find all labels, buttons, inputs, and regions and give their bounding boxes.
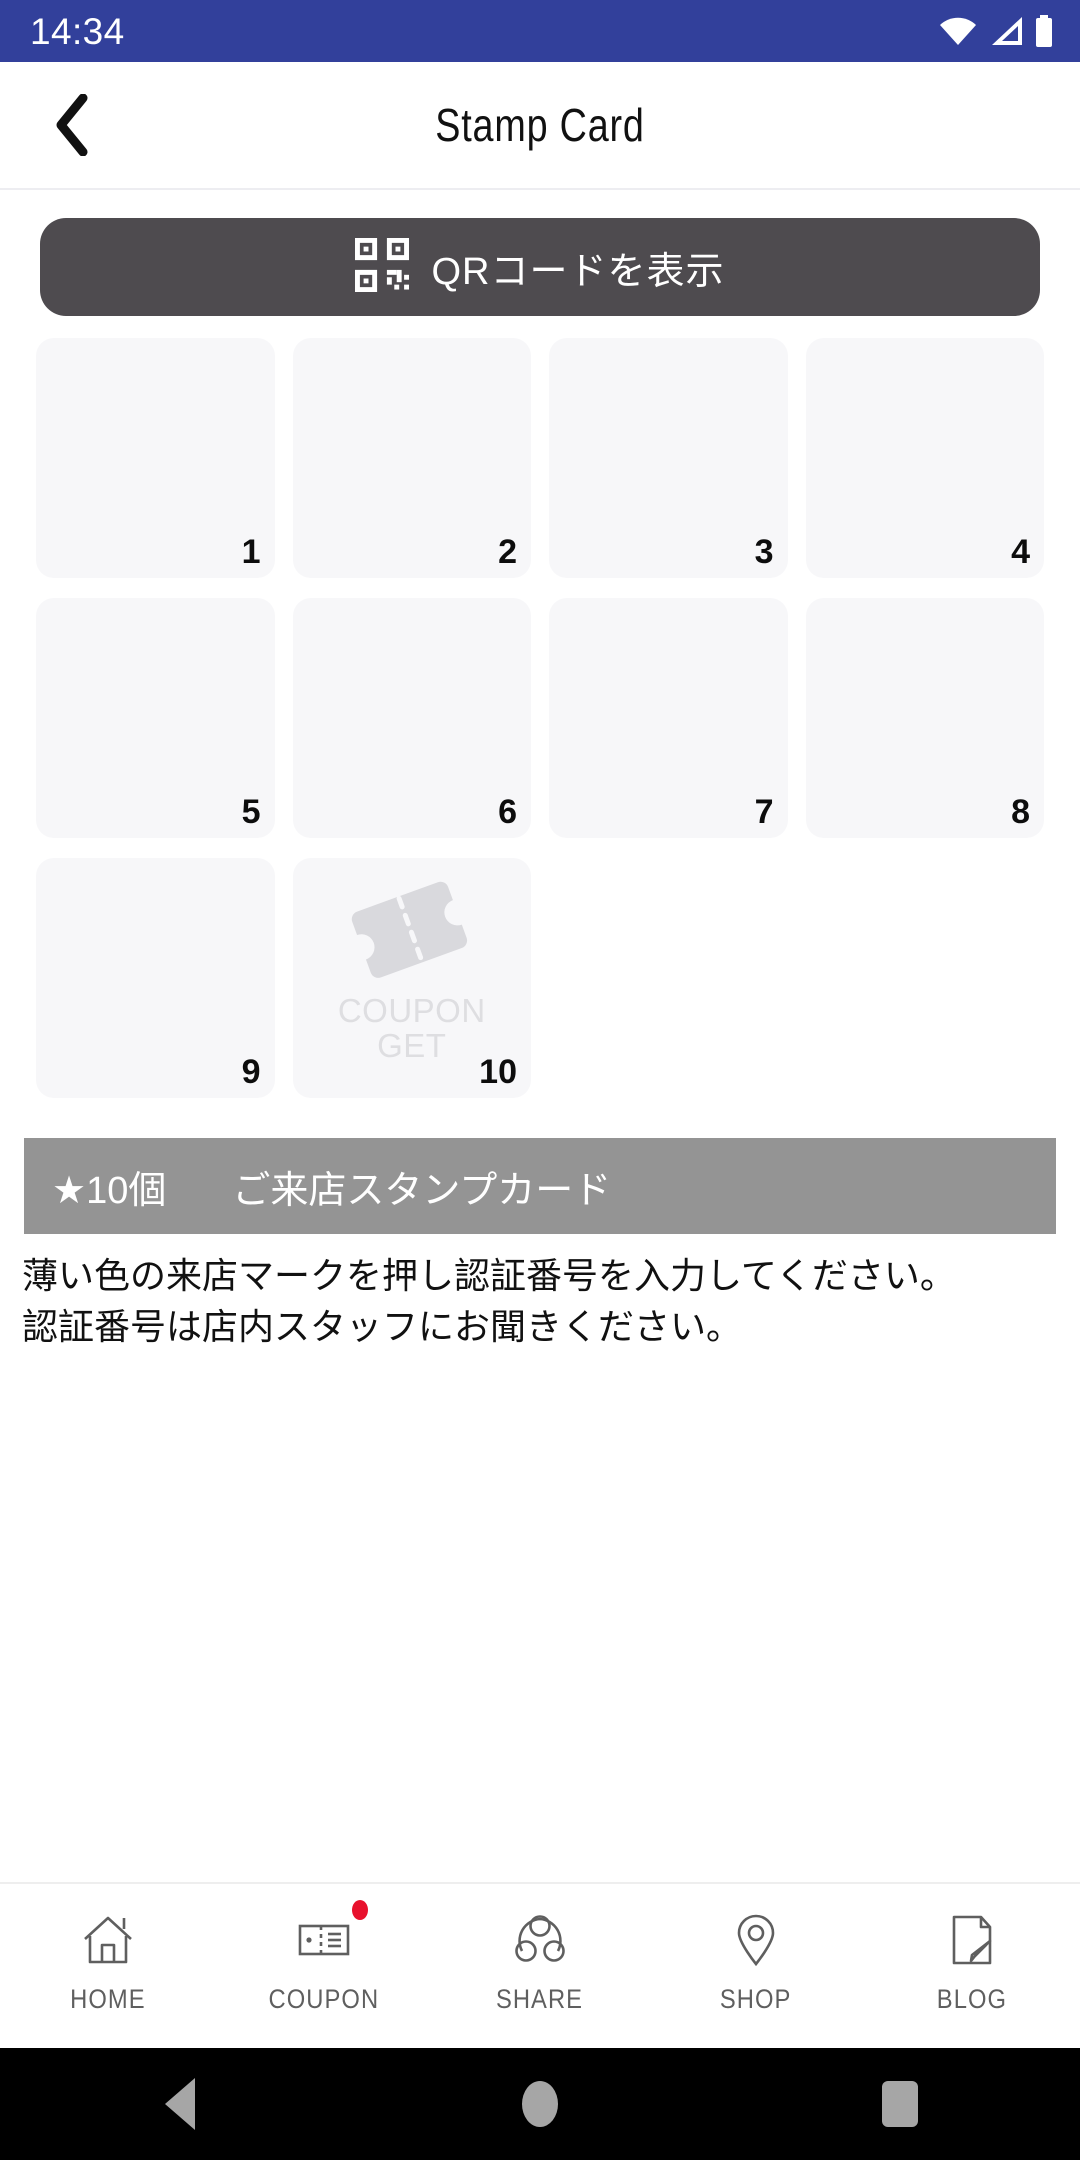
main-content: QRコードを表示 1 2 3 4 5 6 7 8 9 COUPON GET 10… — [0, 190, 1080, 1882]
stamp-cell-7[interactable]: 7 — [549, 598, 788, 838]
stamp-cell-8[interactable]: 8 — [805, 598, 1044, 838]
nav-label-home: HOME — [70, 1984, 146, 2014]
chevron-left-icon — [52, 94, 92, 156]
coupon-notification-badge — [352, 1900, 369, 1920]
instructions-line-2: 認証番号は店内スタッフにお聞きください。 — [22, 1306, 743, 1348]
stamp-cell-4[interactable]: 4 — [805, 338, 1044, 578]
map-pin-icon — [725, 1902, 787, 1978]
stamp-cell-5[interactable]: 5 — [36, 598, 275, 838]
stamp-number: 1 — [241, 533, 261, 571]
stamp-number: 8 — [1011, 793, 1030, 831]
stamp-cell-3[interactable]: 3 — [549, 338, 788, 578]
cellular-signal-icon — [988, 16, 1024, 46]
android-home-button[interactable] — [360, 2081, 720, 2127]
qr-code-icon — [355, 237, 410, 297]
coupon-reward-text: COUPON GET — [337, 992, 486, 1064]
back-triangle-icon — [165, 2078, 195, 2130]
stamp-number: 4 — [1011, 533, 1030, 571]
stamp-number: 10 — [479, 1053, 517, 1091]
nav-label-coupon: COUPON — [268, 1984, 380, 2014]
coupon-ticket-icon — [337, 872, 487, 990]
stamp-cell-10-reward[interactable]: COUPON GET 10 — [292, 858, 532, 1098]
show-qr-code-label: QRコードを表示 — [431, 250, 725, 293]
banner-count-label: ★10個 — [52, 1169, 167, 1212]
android-system-navigation — [0, 2048, 1080, 2160]
nav-item-share[interactable]: SHARE — [432, 1902, 648, 2015]
wifi-icon — [938, 16, 978, 46]
battery-icon — [1034, 15, 1054, 47]
stamp-number: 6 — [498, 793, 517, 831]
coupon-reward-art: COUPON GET — [293, 872, 532, 1063]
nav-item-shop[interactable]: SHOP — [648, 1902, 864, 2015]
home-icon — [77, 1902, 139, 1978]
status-bar-icons — [938, 15, 1054, 47]
stamp-number: 7 — [754, 793, 774, 831]
nav-label-shop: SHOP — [720, 1984, 792, 2014]
stamp-cell-1[interactable]: 1 — [36, 338, 275, 578]
android-back-button[interactable] — [0, 2078, 360, 2130]
stamp-number: 5 — [241, 793, 261, 831]
nav-item-home[interactable]: HOME — [0, 1902, 216, 2015]
nav-label-blog: BLOG — [936, 1984, 1008, 2014]
page-title: Stamp Card — [435, 99, 645, 151]
bottom-navigation-bar: HOME COUPON SHARE SHOP BLOG — [0, 1882, 1080, 2048]
stamp-cell-2[interactable]: 2 — [292, 338, 531, 578]
stamp-number: 3 — [754, 533, 774, 571]
nav-item-blog[interactable]: BLOG — [864, 1902, 1080, 2015]
nav-item-coupon[interactable]: COUPON — [216, 1900, 432, 2015]
instructions-text: 薄い色の来店マークを押し認証番号を入力してください。 認証番号は店内スタッフにお… — [22, 1250, 1058, 1352]
status-bar: 14:34 — [0, 0, 1080, 62]
android-recents-button[interactable] — [720, 2081, 1080, 2127]
recents-square-icon — [882, 2081, 918, 2127]
coupon-icon — [293, 1902, 355, 1978]
blog-icon — [941, 1902, 1003, 1978]
app-root: 14:34 Stamp Card QRコードを表示 1 2 3 4 5 6 7 … — [0, 0, 1080, 2160]
banner-title: ご来店スタンプカード — [232, 1169, 612, 1212]
nav-label-share: SHARE — [496, 1984, 584, 2014]
app-header: Stamp Card — [0, 62, 1080, 190]
show-qr-code-button[interactable]: QRコードを表示 — [40, 218, 1040, 316]
stamp-number: 9 — [241, 1053, 261, 1091]
instructions-line-1: 薄い色の来店マークを押し認証番号を入力してください。 — [22, 1255, 956, 1296]
stamp-cell-6[interactable]: 6 — [292, 598, 531, 838]
stamp-card-banner: ★10個 ご来店スタンプカード — [24, 1138, 1056, 1234]
coupon-reward-line1: COUPON — [337, 992, 486, 1029]
coupon-reward-line2: GET — [377, 1026, 447, 1064]
stamp-cell-9[interactable]: 9 — [36, 858, 275, 1098]
status-bar-clock: 14:34 — [30, 10, 125, 52]
stamp-grid: 1 2 3 4 5 6 7 8 9 COUPON GET 10 — [36, 338, 1044, 1098]
home-circle-icon — [522, 2081, 558, 2127]
share-icon — [509, 1902, 571, 1978]
stamp-number: 2 — [498, 533, 517, 571]
